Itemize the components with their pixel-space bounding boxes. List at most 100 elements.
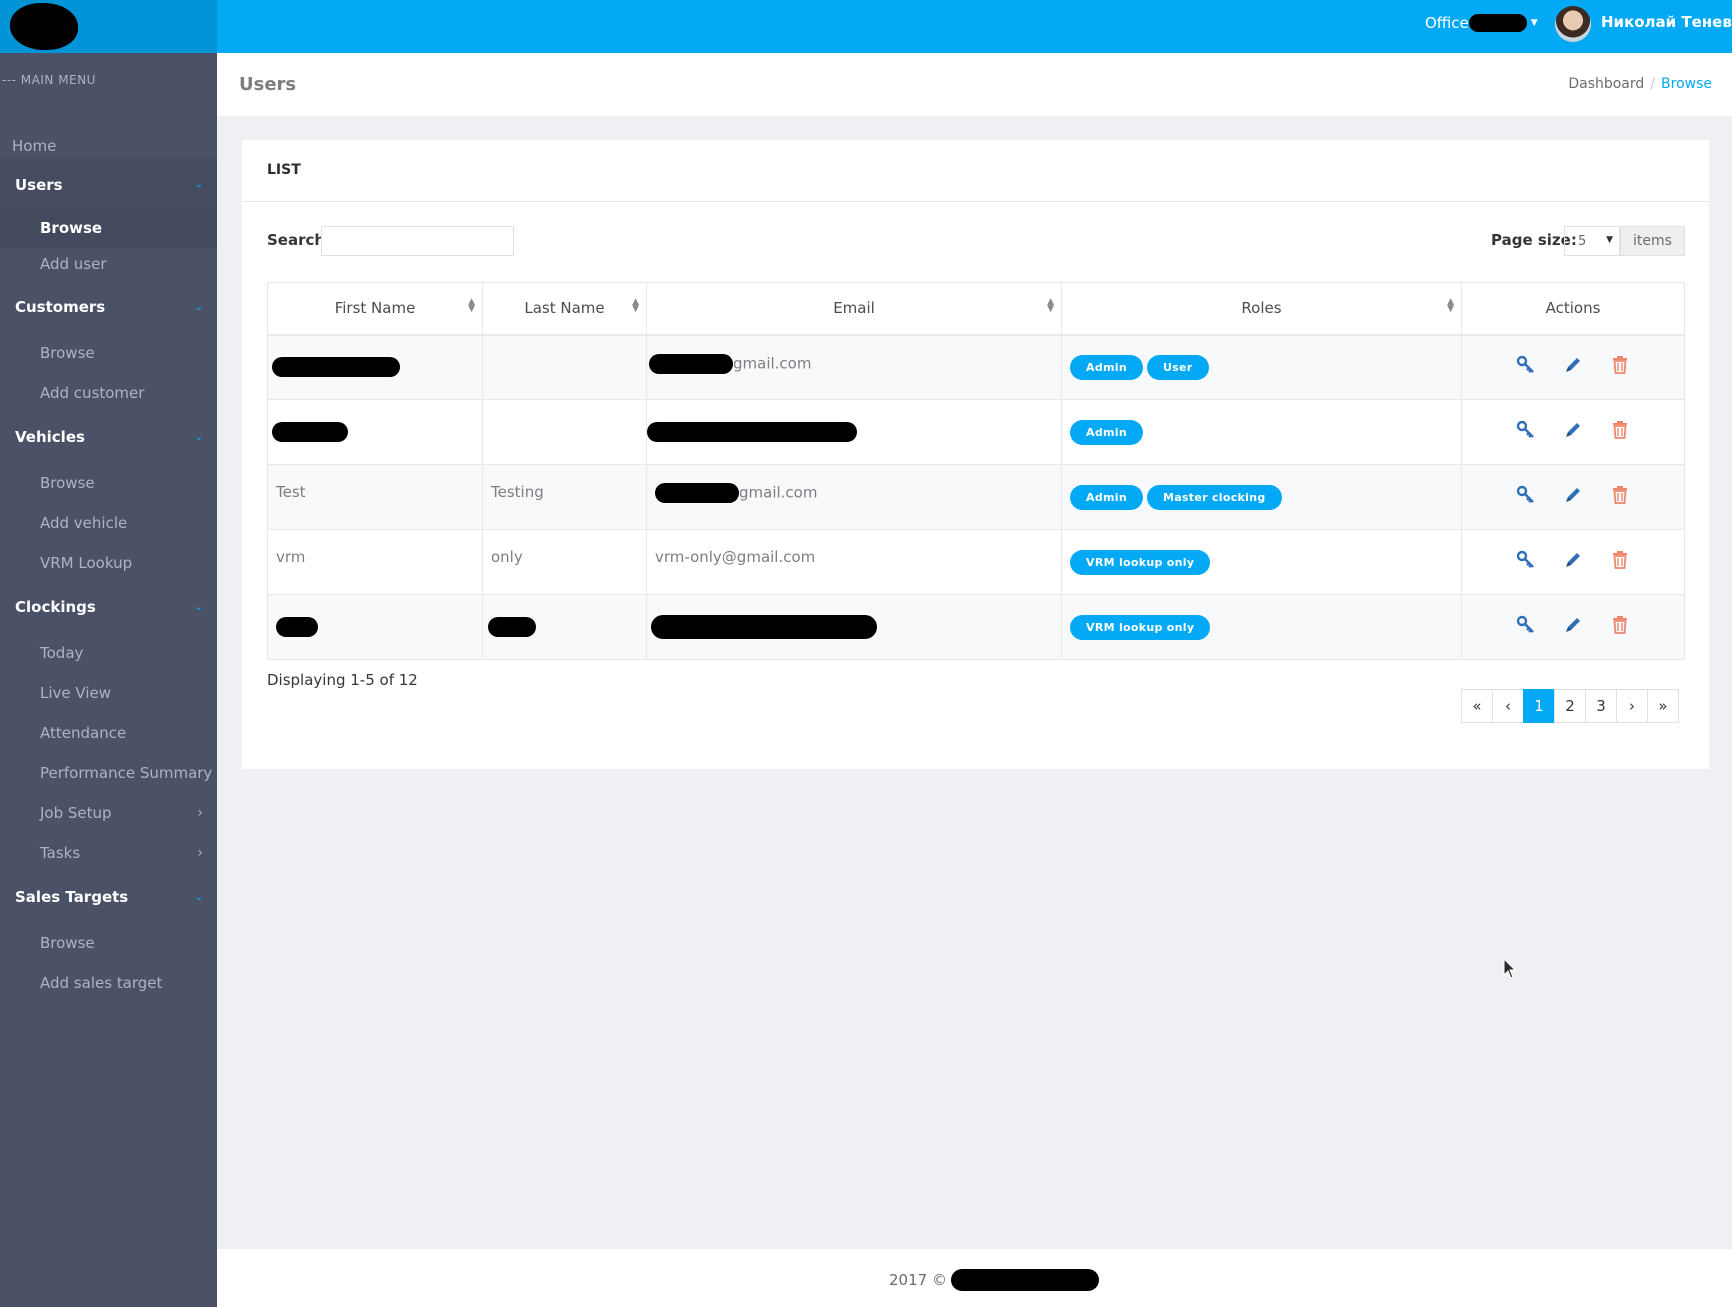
redacted-text	[647, 422, 857, 442]
cell-actions	[1461, 529, 1685, 595]
role-badge: Master clocking	[1146, 484, 1282, 510]
cell-email	[646, 399, 1062, 465]
page-size-select[interactable]: 5 ▼	[1564, 226, 1620, 256]
pagination-page-3[interactable]: 3	[1585, 689, 1617, 723]
pencil-icon[interactable]	[1562, 486, 1584, 508]
sidebar-item-vehicles-browse[interactable]: Browse	[0, 465, 217, 501]
redacted-text	[655, 483, 739, 503]
displaying-count: Displaying 1-5 of 12	[267, 671, 418, 689]
search-input[interactable]	[321, 226, 514, 256]
sidebar-item-label: Add sales target	[40, 974, 163, 992]
cell-roles: VRM lookup only	[1061, 594, 1462, 660]
sidebar-item-label: Add customer	[40, 384, 145, 402]
key-icon[interactable]	[1515, 485, 1537, 509]
cell-email: gmail.com	[646, 464, 1062, 530]
items-addon: items	[1620, 226, 1685, 256]
column-header-actions: Actions	[1461, 282, 1685, 336]
sidebar-item-add-customer[interactable]: Add customer	[0, 375, 217, 411]
sidebar-item-add-sales-target[interactable]: Add sales target	[0, 965, 217, 1001]
sidebar-item-label: Add user	[40, 255, 107, 273]
column-header-first-name[interactable]: First Name ▲ ▼	[267, 282, 483, 336]
sidebar-item-today[interactable]: Today	[0, 635, 217, 671]
sidebar-item-vrm-lookup[interactable]: VRM Lookup	[0, 545, 217, 581]
mouse-cursor-icon	[1503, 957, 1517, 984]
breadcrumb: Dashboard / Browse	[1568, 76, 1712, 92]
sidebar-item-job-setup[interactable]: Job Setup ›	[0, 795, 217, 831]
sidebar-item-attendance[interactable]: Attendance	[0, 715, 217, 751]
key-icon[interactable]	[1515, 420, 1537, 444]
cell-last-name	[482, 399, 647, 465]
office-dropdown[interactable]: Office ▼	[1425, 14, 1538, 32]
column-header-last-name[interactable]: Last Name ▲ ▼	[482, 282, 647, 336]
sidebar-item-tasks[interactable]: Tasks ›	[0, 835, 217, 871]
trash-icon[interactable]	[1609, 551, 1631, 573]
column-header-email[interactable]: Email ▲ ▼	[646, 282, 1062, 336]
cell-email: gmail.com	[646, 334, 1062, 400]
key-icon[interactable]	[1515, 550, 1537, 574]
sidebar-item-label: Browse	[40, 219, 103, 237]
pencil-icon[interactable]	[1562, 551, 1584, 573]
sidebar-item-sales-targets-browse[interactable]: Browse	[0, 925, 217, 961]
sidebar-item-add-vehicle[interactable]: Add vehicle	[0, 505, 217, 541]
footer-text: 2017 ©	[889, 1271, 947, 1289]
role-badge: User	[1146, 354, 1209, 380]
role-badge: VRM lookup only	[1070, 549, 1211, 575]
users-list-panel: LIST Search: Page size: 5 ▼ items First …	[242, 140, 1709, 769]
pagination-prev-button[interactable]: ‹	[1492, 689, 1524, 723]
avatar[interactable]	[1555, 6, 1591, 42]
sidebar-item-users[interactable]: Users ⌄	[0, 159, 217, 210]
pagination-first-button[interactable]: «	[1461, 689, 1493, 723]
cell-email	[646, 594, 1062, 660]
breadcrumb-browse: Browse	[1661, 76, 1712, 92]
cell-first-name	[267, 399, 483, 465]
breadcrumb-separator: /	[1650, 76, 1656, 92]
email-text: gmail.com	[739, 483, 818, 502]
breadcrumb-dashboard[interactable]: Dashboard	[1568, 76, 1644, 92]
key-icon[interactable]	[1515, 355, 1537, 379]
pagination: « ‹ 1 2 3 › »	[1461, 689, 1679, 723]
sidebar-item-sales-targets[interactable]: Sales Targets ⌄	[0, 879, 217, 915]
column-label: Actions	[1545, 299, 1601, 318]
trash-icon[interactable]	[1609, 616, 1631, 638]
redacted-text	[272, 422, 348, 442]
role-badge: VRM lookup only	[1070, 614, 1211, 640]
chevron-right-icon: ›	[197, 805, 203, 821]
cell-roles: Admin	[1061, 399, 1462, 465]
pencil-icon[interactable]	[1562, 421, 1584, 443]
pencil-icon[interactable]	[1562, 356, 1584, 378]
sidebar-item-customers[interactable]: Customers ⌄	[0, 289, 217, 325]
sidebar-item-customers-browse[interactable]: Browse	[0, 335, 217, 371]
sidebar-item-label: Users	[15, 175, 63, 194]
trash-icon[interactable]	[1609, 421, 1631, 443]
trash-icon[interactable]	[1609, 356, 1631, 378]
sidebar-item-live-view[interactable]: Live View	[0, 675, 217, 711]
pagination-last-button[interactable]: »	[1647, 689, 1679, 723]
column-label: Last Name	[524, 299, 605, 318]
pencil-icon[interactable]	[1562, 616, 1584, 638]
sidebar-item-users-browse[interactable]: Browse	[0, 208, 217, 248]
sidebar-item-label: Clockings	[15, 598, 96, 616]
table-row: gmail.com Admin User	[267, 334, 1685, 400]
sidebar-item-label: Today	[40, 644, 84, 662]
trash-icon[interactable]	[1609, 486, 1631, 508]
caret-down-icon: ▼	[1530, 18, 1538, 28]
sidebar-item-vehicles[interactable]: Vehicles ⌄	[0, 419, 217, 455]
redacted-text	[651, 615, 877, 639]
key-icon[interactable]	[1515, 615, 1537, 639]
pagination-page-1[interactable]: 1	[1523, 689, 1555, 723]
sidebar-item-performance-summary[interactable]: Performance Summary	[0, 755, 217, 791]
column-label: Email	[833, 299, 875, 318]
sidebar-item-add-user[interactable]: Add user	[0, 246, 217, 282]
redacted-text	[950, 1269, 1099, 1291]
pagination-page-2[interactable]: 2	[1554, 689, 1586, 723]
page-header: Users Dashboard / Browse	[217, 53, 1732, 116]
sidebar-item-label: Add vehicle	[40, 514, 128, 532]
pagination-next-button[interactable]: ›	[1616, 689, 1648, 723]
sidebar-item-label: Job Setup	[40, 804, 112, 822]
sidebar-item-clockings[interactable]: Clockings ⌄	[0, 589, 217, 625]
sort-icon: ▲ ▼	[632, 297, 639, 314]
user-name[interactable]: Николай Тенев	[1601, 13, 1732, 31]
logo-area[interactable]	[0, 0, 217, 53]
table-row: Admin	[267, 399, 1685, 465]
column-header-roles[interactable]: Roles ▲ ▼	[1061, 282, 1462, 336]
